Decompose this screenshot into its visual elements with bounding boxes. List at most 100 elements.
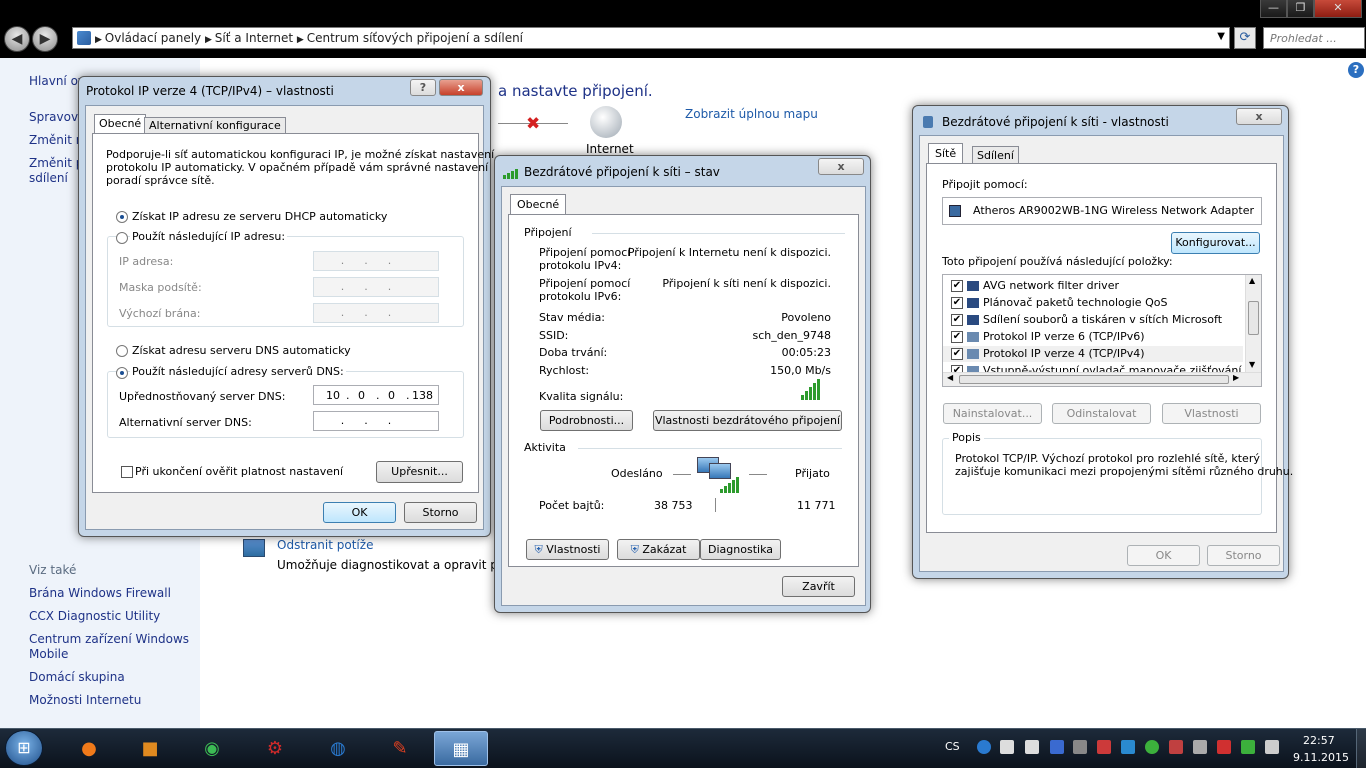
package-icon[interactable]: ■: [125, 731, 175, 766]
forward-button[interactable]: ▶: [32, 26, 58, 52]
h-scrollbar-thumb[interactable]: [959, 375, 1229, 384]
firefox-icon[interactable]: ●: [64, 731, 114, 766]
list-item[interactable]: ✔ Protokol IP verze 6 (TCP/IPv6): [943, 329, 1243, 345]
items-list[interactable]: ✔ AVG network filter driver ✔ Plánovač pake…: [942, 274, 1262, 387]
app-icon[interactable]: ✎: [375, 731, 425, 766]
item-checkbox[interactable]: ✔: [951, 314, 963, 326]
troubleshoot-link[interactable]: Odstranit potíže: [277, 538, 373, 552]
diagnose-button[interactable]: Diagnostika: [700, 539, 781, 560]
vertical-scrollbar[interactable]: ▲ ▼: [1245, 275, 1261, 373]
ok-button[interactable]: OK: [1127, 545, 1200, 566]
item-properties-button[interactable]: Vlastnosti: [1162, 403, 1261, 424]
windows-tray-icon[interactable]: [1000, 740, 1014, 754]
tray-icon[interactable]: [1073, 740, 1087, 754]
mobile-center-link[interactable]: Centrum zařízení Windows: [29, 632, 189, 646]
chevron-down-icon[interactable]: ▼: [1217, 31, 1225, 42]
tray-icon[interactable]: [1145, 740, 1159, 754]
volume-icon[interactable]: [1265, 740, 1279, 754]
list-item[interactable]: ✔ Plánovač paketů technologie QoS: [943, 295, 1243, 311]
left-link[interactable]: Spravova: [29, 110, 85, 124]
start-button[interactable]: ⊞: [5, 730, 43, 766]
close-dialog-button[interactable]: Zavřít: [782, 576, 855, 597]
left-link[interactable]: sdílení: [29, 171, 68, 185]
list-item[interactable]: ✔ AVG network filter driver: [943, 278, 1243, 294]
scroll-down-icon[interactable]: ▼: [1249, 360, 1255, 369]
tab-general[interactable]: Obecné: [510, 194, 567, 214]
clock-date[interactable]: 9.11.2015: [1293, 751, 1349, 764]
clock-time[interactable]: 22:57: [1303, 734, 1335, 747]
mobile-center-link-cont[interactable]: Mobile: [29, 647, 68, 661]
item-checkbox[interactable]: ✔: [951, 280, 963, 292]
disable-button[interactable]: ⛨ Zakázat: [617, 539, 700, 560]
tray-icon[interactable]: [977, 740, 991, 754]
firewall-link[interactable]: Brána Windows Firewall: [29, 586, 171, 600]
properties-button[interactable]: ⛨ Vlastnosti: [526, 539, 609, 560]
breadcrumb-item[interactable]: Centrum síťových připojení a sdílení: [307, 31, 523, 45]
tray-icon[interactable]: [1025, 740, 1039, 754]
control-panel-task-icon[interactable]: ▦: [434, 731, 488, 766]
ok-button[interactable]: OK: [323, 502, 396, 523]
scroll-right-icon[interactable]: ▶: [1233, 373, 1239, 382]
tab-sharing[interactable]: Sdílení: [972, 146, 1019, 163]
list-item[interactable]: ✔ Sdílení souborů a tiskáren v sítích Mic…: [943, 312, 1243, 328]
action-center-icon[interactable]: [1217, 740, 1231, 754]
show-desktop-button[interactable]: [1356, 729, 1366, 768]
gear-icon[interactable]: ⚙: [250, 731, 300, 766]
back-button[interactable]: ◀: [4, 26, 30, 52]
wifi-tray-icon[interactable]: [1241, 740, 1255, 754]
breadcrumb[interactable]: ▶ Ovládací panely ▶ Síť a Internet ▶ Cen…: [95, 31, 523, 45]
radio-auto-ip[interactable]: [116, 211, 128, 223]
tab-networking[interactable]: Sítě: [928, 143, 964, 163]
app-icon[interactable]: ◍: [313, 731, 363, 766]
breadcrumb-item[interactable]: Síť a Internet: [215, 31, 293, 45]
item-checkbox[interactable]: ✔: [951, 348, 963, 360]
scrollbar-thumb[interactable]: [1248, 301, 1259, 335]
left-link[interactable]: Změnit p: [29, 156, 83, 170]
list-item[interactable]: ✔ Protokol IP verze 4 (TCP/IPv4): [943, 346, 1243, 362]
wireless-properties-button[interactable]: Vlastnosti bezdrátového připojení: [653, 410, 842, 431]
close-button[interactable]: x: [1236, 108, 1282, 125]
chrome-icon[interactable]: ◉: [187, 731, 237, 766]
item-checkbox[interactable]: ✔: [951, 331, 963, 343]
tray-icon[interactable]: [1097, 740, 1111, 754]
radio-manual-ip[interactable]: [116, 232, 128, 244]
tray-icon[interactable]: [1121, 740, 1135, 754]
preferred-dns-field[interactable]: 10 . 0 . 0 . 138: [313, 385, 439, 405]
scroll-up-icon[interactable]: ▲: [1249, 276, 1255, 285]
maximize-button[interactable]: ❐: [1287, 0, 1314, 18]
radio-manual-dns[interactable]: [116, 367, 128, 379]
cancel-button[interactable]: Storno: [404, 502, 477, 523]
left-link-home[interactable]: Hlavní ov: [29, 74, 85, 88]
cancel-button[interactable]: Storno: [1207, 545, 1280, 566]
uninstall-button[interactable]: Odinstalovat: [1052, 403, 1151, 424]
radio-auto-dns[interactable]: [116, 345, 128, 357]
tab-alternate-config[interactable]: Alternativní konfigurace: [144, 117, 286, 133]
breadcrumb-item[interactable]: Ovládací panely: [105, 31, 201, 45]
validate-checkbox[interactable]: [121, 466, 133, 478]
tray-icon[interactable]: [1193, 740, 1207, 754]
horizontal-scrollbar[interactable]: ◀ ▶: [943, 372, 1261, 386]
tray-icon[interactable]: [1169, 740, 1183, 754]
advanced-button[interactable]: Upřesnit...: [376, 461, 463, 483]
help-icon[interactable]: ?: [1348, 62, 1364, 78]
alternate-dns-field[interactable]: ...: [313, 411, 439, 431]
item-checkbox[interactable]: ✔: [951, 297, 963, 309]
configure-button[interactable]: Konfigurovat...: [1171, 232, 1260, 254]
close-button[interactable]: x: [818, 158, 864, 175]
left-link[interactable]: Změnit n: [29, 133, 83, 147]
refresh-icon[interactable]: ⟳: [1234, 27, 1256, 49]
address-bar[interactable]: ▶ Ovládací panely ▶ Síť a Internet ▶ Cen…: [72, 27, 1230, 49]
language-indicator[interactable]: CS: [945, 740, 960, 753]
scroll-left-icon[interactable]: ◀: [947, 373, 953, 382]
install-button[interactable]: Nainstalovat...: [943, 403, 1042, 424]
ccx-link[interactable]: CCX Diagnostic Utility: [29, 609, 160, 623]
bluetooth-icon[interactable]: [1050, 740, 1064, 754]
close-button[interactable]: x: [439, 79, 483, 96]
close-button[interactable]: ✕: [1314, 0, 1362, 18]
tab-general[interactable]: Obecné: [94, 114, 147, 133]
details-button[interactable]: Podrobnosti...: [540, 410, 633, 431]
search-input[interactable]: Prohledat ...: [1263, 27, 1365, 49]
help-button[interactable]: ?: [410, 79, 436, 96]
minimize-button[interactable]: —: [1260, 0, 1287, 18]
full-map-link[interactable]: Zobrazit úplnou mapu: [685, 107, 818, 121]
